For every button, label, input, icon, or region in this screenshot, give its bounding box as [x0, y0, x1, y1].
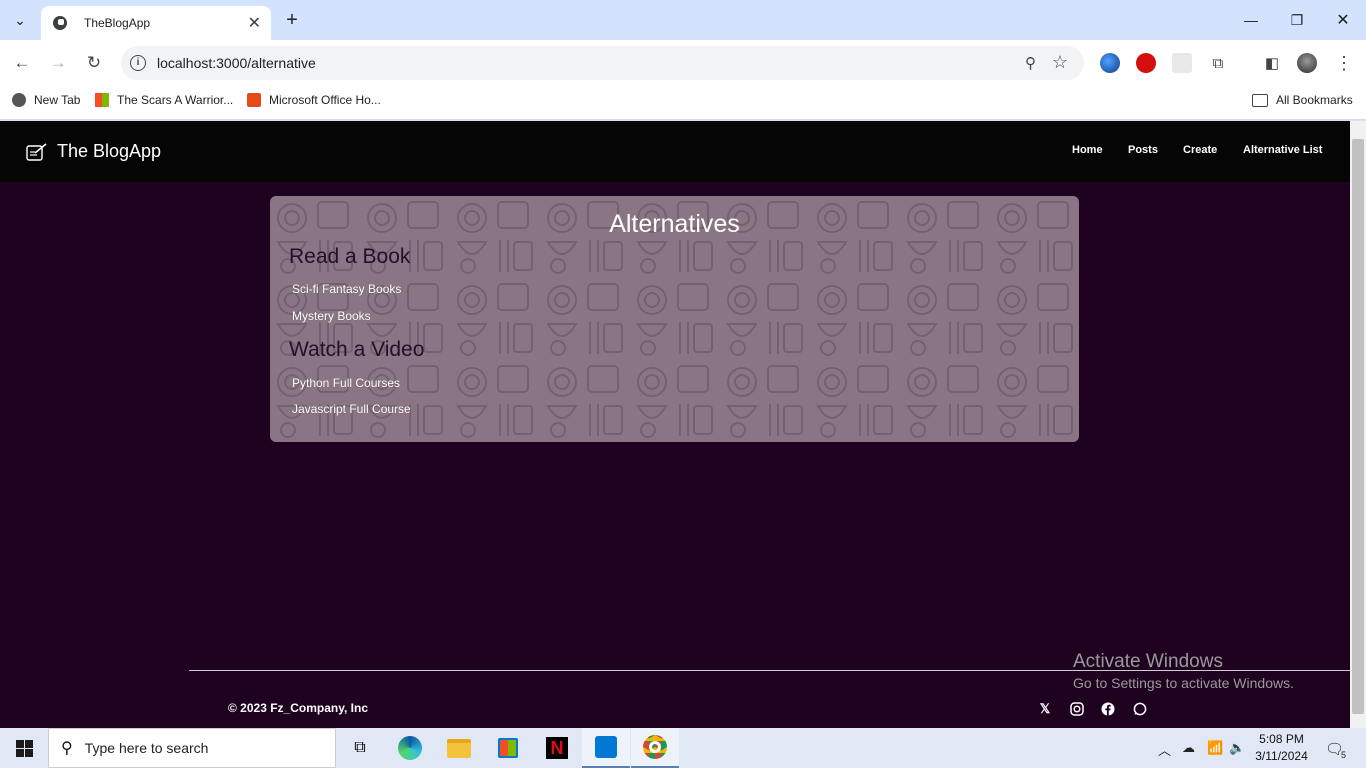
- card-heading: Alternatives: [609, 210, 740, 238]
- alternatives-card: Alternatives Read a Book Sci-fi Fantasy …: [270, 196, 1079, 442]
- windows-taskbar: ⚲ Type here to search ⧉ N ︿ ☁ 📶 🔈 5:08 P…: [0, 728, 1366, 768]
- watermark-line-2: Go to Settings to activate Windows.: [1073, 675, 1294, 691]
- bookmark-new-tab[interactable]: New Tab: [12, 93, 80, 107]
- microsoft-store-icon[interactable]: [484, 728, 532, 768]
- bookmark-scars-warrior[interactable]: The Scars A Warrior...: [95, 93, 233, 107]
- list-item-mystery-books[interactable]: Mystery Books: [292, 309, 371, 323]
- zoom-icon[interactable]: ⚲: [1025, 54, 1036, 72]
- edge-icon[interactable]: [386, 728, 434, 768]
- windows-start-icon[interactable]: [0, 728, 48, 768]
- bookmark-microsoft-office[interactable]: Microsoft Office Ho...: [247, 93, 381, 107]
- address-bar[interactable]: i localhost:3000/alternative ⚲ ☆: [121, 46, 1084, 80]
- bookmarks-bar: New Tab The Scars A Warrior... Microsoft…: [0, 85, 1366, 120]
- taskbar-clock[interactable]: 5:08 PM 3/11/2024: [1254, 731, 1309, 765]
- search-icon: ⚲: [61, 740, 73, 757]
- windows-activation-watermark: Activate Windows Go to Settings to activ…: [1073, 651, 1294, 691]
- minimize-icon[interactable]: —: [1228, 0, 1274, 40]
- nav-link-alternative-list[interactable]: Alternative List: [1243, 144, 1322, 156]
- microsoft-logo-icon: [95, 93, 109, 107]
- nav-link-home[interactable]: Home: [1072, 144, 1103, 156]
- list-item-python-courses[interactable]: Python Full Courses: [292, 376, 400, 390]
- tab-favicon-icon: [53, 16, 67, 30]
- globe-icon: [12, 93, 26, 107]
- section-title-read-book: Read a Book: [289, 245, 411, 268]
- notification-count: 5: [1341, 750, 1347, 760]
- netflix-icon[interactable]: N: [533, 728, 581, 768]
- all-bookmarks-button[interactable]: All Bookmarks: [1252, 93, 1353, 107]
- back-arrow-icon[interactable]: ←: [9, 50, 35, 76]
- window-close-icon[interactable]: ✕: [1320, 0, 1366, 40]
- brand[interactable]: The BlogApp: [26, 141, 161, 162]
- bookmark-label: The Scars A Warrior...: [117, 93, 234, 107]
- tab-strip: ⌄ TheBlogApp ✕ + — ❐ ✕: [0, 0, 1366, 40]
- edit-note-icon: [26, 142, 47, 161]
- footer-copyright: © 2023 Fz_Company, Inc: [228, 701, 368, 715]
- bookmark-label: New Tab: [34, 93, 81, 107]
- office-logo-icon: [247, 93, 261, 107]
- extensions-puzzle-icon[interactable]: ⧉: [1205, 50, 1231, 76]
- tab-search-chevron-icon[interactable]: ⌄: [8, 9, 32, 31]
- notification-icon[interactable]: 🗨5: [1325, 740, 1349, 760]
- taskbar-search[interactable]: ⚲ Type here to search: [48, 728, 336, 768]
- bookmark-star-icon[interactable]: ☆: [1052, 52, 1068, 73]
- task-view-icon[interactable]: ⧉: [336, 728, 384, 768]
- vscode-icon[interactable]: [582, 728, 630, 768]
- page-scrollbar[interactable]: [1350, 121, 1366, 728]
- list-item-javascript-course[interactable]: Javascript Full Course: [292, 402, 411, 416]
- x-icon[interactable]: 𝕏: [1038, 702, 1052, 716]
- clock-date: 3/11/2024: [1255, 749, 1308, 763]
- tab-close-icon[interactable]: ✕: [248, 13, 261, 33]
- folder-icon: [1252, 93, 1268, 107]
- watermark-line-1: Activate Windows: [1073, 651, 1223, 672]
- site-navbar: The BlogApp Home Posts Create Alternativ…: [0, 121, 1350, 182]
- extension-adblock-icon[interactable]: [1136, 53, 1156, 73]
- reload-icon[interactable]: ↻: [81, 50, 107, 76]
- scrollbar-thumb[interactable]: [1352, 139, 1364, 714]
- page-viewport: The BlogApp Home Posts Create Alternativ…: [0, 121, 1350, 728]
- section-title-watch-video: Watch a Video: [289, 338, 425, 361]
- nav-link-create[interactable]: Create: [1183, 144, 1217, 156]
- restore-icon[interactable]: ❐: [1274, 0, 1320, 40]
- tab-title: TheBlogApp: [84, 16, 151, 30]
- extension-globe-icon[interactable]: [1100, 53, 1120, 73]
- network-icon[interactable]: 📶: [1207, 740, 1223, 756]
- brand-name: The BlogApp: [57, 141, 162, 161]
- forward-arrow-icon[interactable]: →: [45, 50, 71, 76]
- instagram-icon[interactable]: [1070, 702, 1084, 716]
- chrome-icon[interactable]: [631, 728, 679, 768]
- bookmark-label: All Bookmarks: [1276, 93, 1353, 107]
- profile-avatar[interactable]: [1297, 53, 1317, 73]
- side-panel-icon[interactable]: ◧: [1259, 50, 1285, 76]
- nav-link-posts[interactable]: Posts: [1128, 144, 1158, 156]
- file-explorer-icon[interactable]: [435, 728, 483, 768]
- onedrive-icon[interactable]: ☁: [1182, 740, 1195, 756]
- whatsapp-icon[interactable]: [1133, 702, 1147, 716]
- url-text[interactable]: localhost:3000/alternative: [157, 55, 316, 71]
- site-info-icon[interactable]: i: [130, 55, 146, 71]
- extension-grid-icon[interactable]: [1172, 53, 1192, 73]
- new-tab-plus-icon[interactable]: +: [280, 9, 304, 31]
- browser-tab[interactable]: TheBlogApp ✕: [41, 6, 271, 40]
- browser-toolbar: ← → ↻ i localhost:3000/alternative ⚲ ☆ ⧉…: [0, 40, 1366, 85]
- browser-menu-icon[interactable]: ⋮: [1331, 50, 1357, 76]
- facebook-icon[interactable]: [1101, 702, 1115, 716]
- bookmark-label: Microsoft Office Ho...: [269, 93, 381, 107]
- volume-icon[interactable]: 🔈: [1229, 740, 1245, 756]
- search-placeholder: Type here to search: [84, 740, 209, 756]
- clock-time: 5:08 PM: [1259, 732, 1304, 746]
- tray-chevron-icon[interactable]: ︿: [1158, 740, 1171, 759]
- list-item-scifi-books[interactable]: Sci-fi Fantasy Books: [292, 282, 401, 296]
